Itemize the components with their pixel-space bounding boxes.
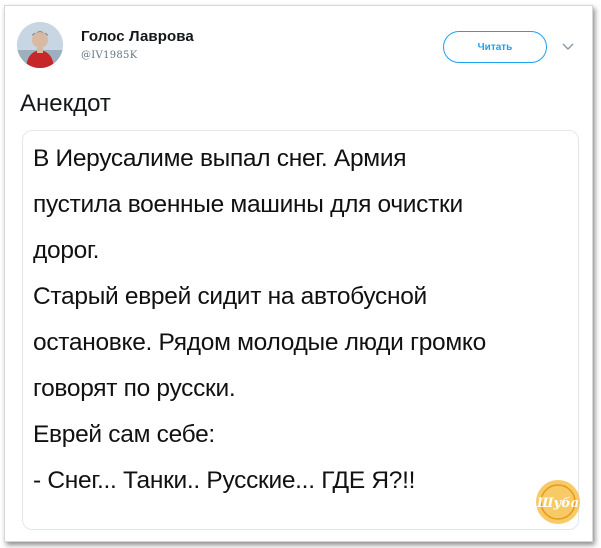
joke-line: - Снег... Танки.. Русские... ГДЕ Я?!! [33,467,416,494]
tweet-text: Анекдот [20,90,111,117]
svg-text:Шуба: Шуба [536,496,579,511]
chevron-down-glyph [562,43,574,50]
tweet-header: Голос Лаврова @IV1985K Читать [14,18,574,74]
attached-image[interactable]: В Иерусалиме выпал снег. Армия пустила в… [22,130,579,530]
avatar[interactable] [17,22,63,68]
joke-line: В Иерусалиме выпал снег. Армия [33,145,407,172]
chevron-down-icon[interactable] [559,38,577,56]
joke-line: Старый еврей сидит на автобусной [33,283,427,310]
joke-line: дорог. [33,237,100,264]
author-handle[interactable]: @IV1985K [81,50,138,61]
watermark-badge: Шуба [536,480,580,524]
joke-line: говорят по русски. [33,375,236,402]
joke-line: пустила военные машины для очистки [33,191,463,218]
joke-text: В Иерусалиме выпал снег. Армия пустила в… [33,131,573,504]
avatar-image [17,22,63,68]
joke-line: Еврей сам себе: [33,421,215,448]
watermark-logo: Шуба [534,478,582,526]
joke-line: остановке. Рядом молодые люди громко [33,329,486,356]
follow-button[interactable]: Читать [443,31,547,63]
author-name[interactable]: Голос Лаврова [81,28,194,45]
